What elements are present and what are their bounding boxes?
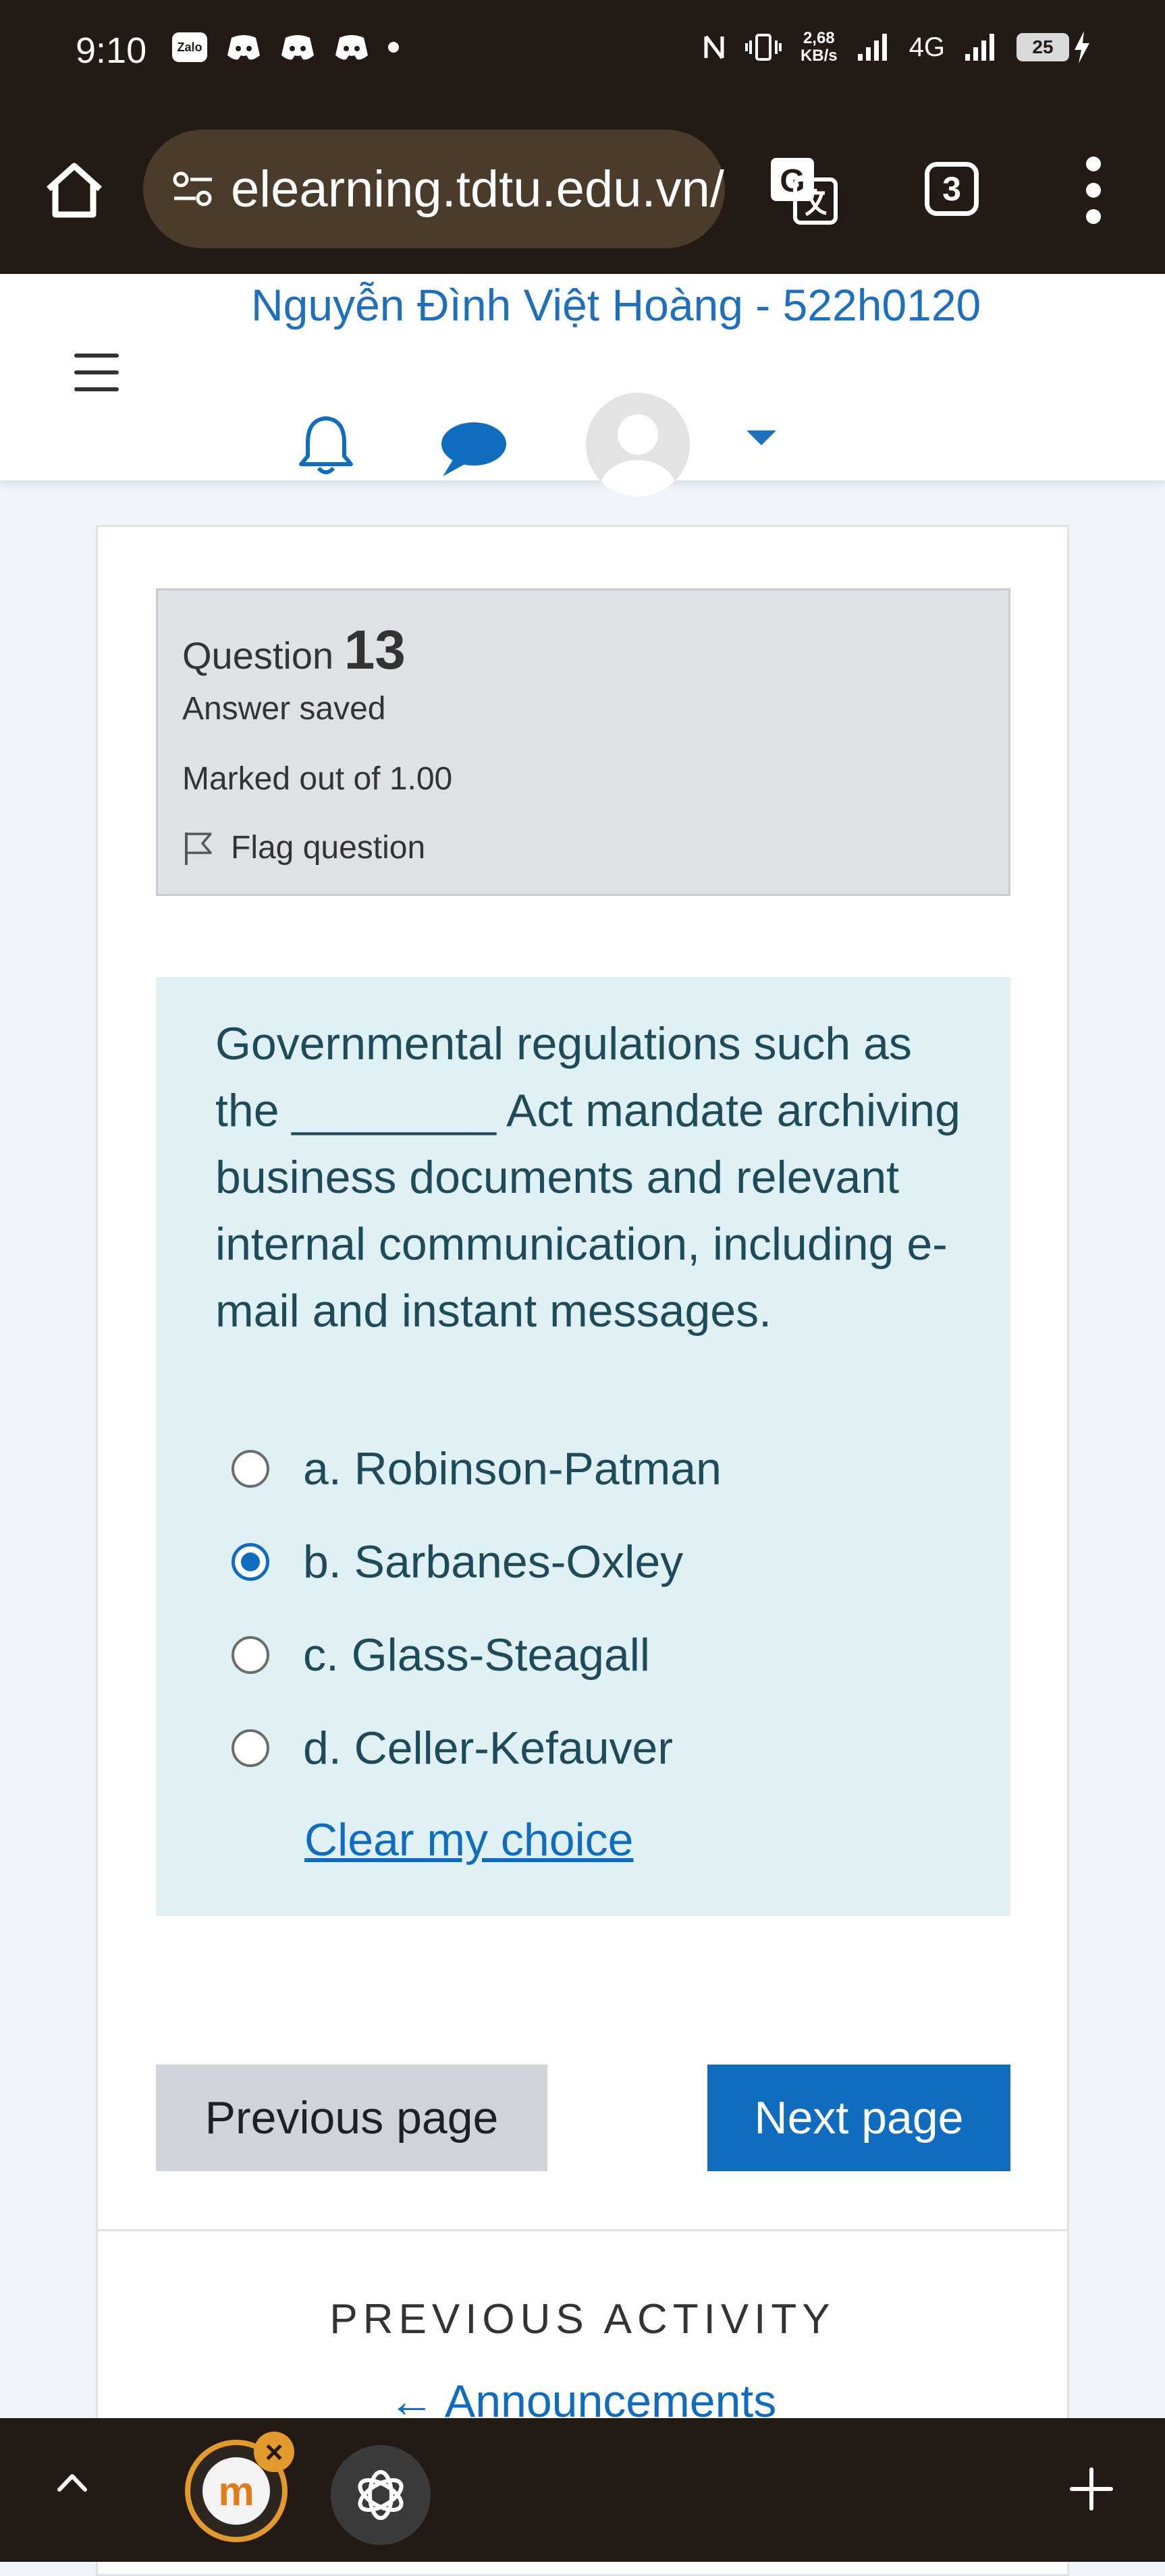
translate-icon[interactable]: G (768, 155, 838, 225)
battery-level: 25 (1017, 33, 1069, 61)
user-name: Nguyễn Đình Việt Hoàng - 522h0120 (251, 280, 981, 330)
signal-icon (965, 34, 994, 61)
discord-icon (281, 35, 314, 60)
url-text: elearning.tdtu.edu.vn/ (231, 160, 724, 218)
signal-icon (857, 34, 887, 61)
status-bar: 9:10 Zalo 2,68 KB/s 4G 25 (0, 0, 1165, 115)
answer-label: b. Sarbanes-Oxley (303, 1536, 684, 1588)
battery-indicator: 25 (1017, 31, 1091, 63)
radio-button[interactable] (232, 1729, 269, 1767)
clear-choice-link[interactable]: Clear my choice (304, 1814, 634, 1866)
flag-icon (185, 832, 212, 865)
question-info-panel: Question 13 Answer saved Marked out of 1… (156, 588, 1010, 896)
browser-toolbar: elearning.tdtu.edu.vn/ G 3 (0, 115, 1165, 276)
avatar[interactable] (586, 393, 690, 497)
flag-question-button[interactable]: Flag question (182, 829, 425, 866)
question-body: Governmental regulations such as the ___… (156, 977, 1010, 1916)
network-speed-value: 2,68 (803, 29, 835, 47)
discord-icon (335, 35, 368, 60)
radio-button-selected[interactable] (232, 1543, 269, 1581)
network-speed: 2,68 KB/s (801, 30, 838, 65)
previous-activity-heading: PREVIOUS ACTIVITY (329, 2296, 836, 2343)
answer-label: c. Glass-Steagall (303, 1629, 650, 1681)
openai-logo-icon (358, 2470, 404, 2520)
flag-question-label: Flag question (231, 830, 426, 866)
next-page-button[interactable]: Next page (707, 2065, 1010, 2171)
vibrate-icon (744, 34, 782, 61)
site-settings-icon[interactable] (170, 166, 216, 212)
answer-option-d[interactable]: d. Celler-Kefauver (232, 1702, 722, 1795)
plus-icon[interactable] (1068, 2465, 1115, 2513)
answer-option-a[interactable]: a. Robinson-Patman (232, 1422, 722, 1515)
discord-icon (227, 35, 260, 60)
answer-option-c[interactable]: c. Glass-Steagall (232, 1608, 722, 1702)
answer-options: a. Robinson-Patman b. Sarbanes-Oxley c. … (232, 1422, 722, 1795)
notification-icons: Zalo (172, 32, 399, 62)
question-grade: Marked out of 1.00 (182, 761, 453, 797)
site-header: Nguyễn Đình Việt Hoàng - 522h0120 (0, 274, 1165, 497)
moodle-logo-icon: m (202, 2457, 270, 2525)
radio-button[interactable] (232, 1450, 269, 1488)
divider (98, 2229, 1067, 2231)
home-icon[interactable] (39, 155, 109, 225)
notification-bell-icon[interactable] (297, 413, 355, 476)
question-text: Governmental regulations such as the ___… (215, 1018, 960, 1337)
browser-menu-icon[interactable] (1083, 157, 1104, 224)
question-state: Answer saved (182, 691, 386, 727)
chatgpt-app-bubble[interactable] (331, 2445, 431, 2545)
answer-label: a. Robinson-Patman (303, 1443, 722, 1494)
radio-button[interactable] (232, 1636, 269, 1674)
question-heading: Question 13 (182, 619, 406, 682)
tab-switcher-button[interactable]: 3 (925, 162, 979, 216)
nfc-icon (704, 35, 724, 59)
charging-icon (1075, 31, 1089, 63)
user-menu-dropdown-icon[interactable] (747, 430, 776, 445)
network-type: 4G (909, 32, 945, 62)
bottom-bar: m × (0, 2418, 1165, 2562)
question-number: 13 (344, 619, 406, 681)
answer-option-b[interactable]: b. Sarbanes-Oxley (232, 1515, 722, 1608)
address-bar[interactable]: elearning.tdtu.edu.vn/ (143, 130, 725, 248)
messages-icon[interactable] (437, 418, 508, 479)
more-notifications-dot-icon (388, 42, 399, 53)
zalo-icon: Zalo (172, 32, 207, 62)
chevron-up-icon[interactable] (55, 2465, 89, 2499)
close-icon[interactable]: × (254, 2432, 294, 2472)
question-label: Question (182, 634, 334, 677)
network-speed-unit: KB/s (800, 47, 838, 65)
answer-label: d. Celler-Kefauver (303, 1723, 674, 1774)
hamburger-menu-icon[interactable] (74, 354, 119, 391)
status-time: 9:10 (76, 30, 147, 71)
system-status-icons: 2,68 KB/s 4G 25 (702, 30, 1091, 65)
previous-page-button[interactable]: Previous page (156, 2065, 547, 2171)
